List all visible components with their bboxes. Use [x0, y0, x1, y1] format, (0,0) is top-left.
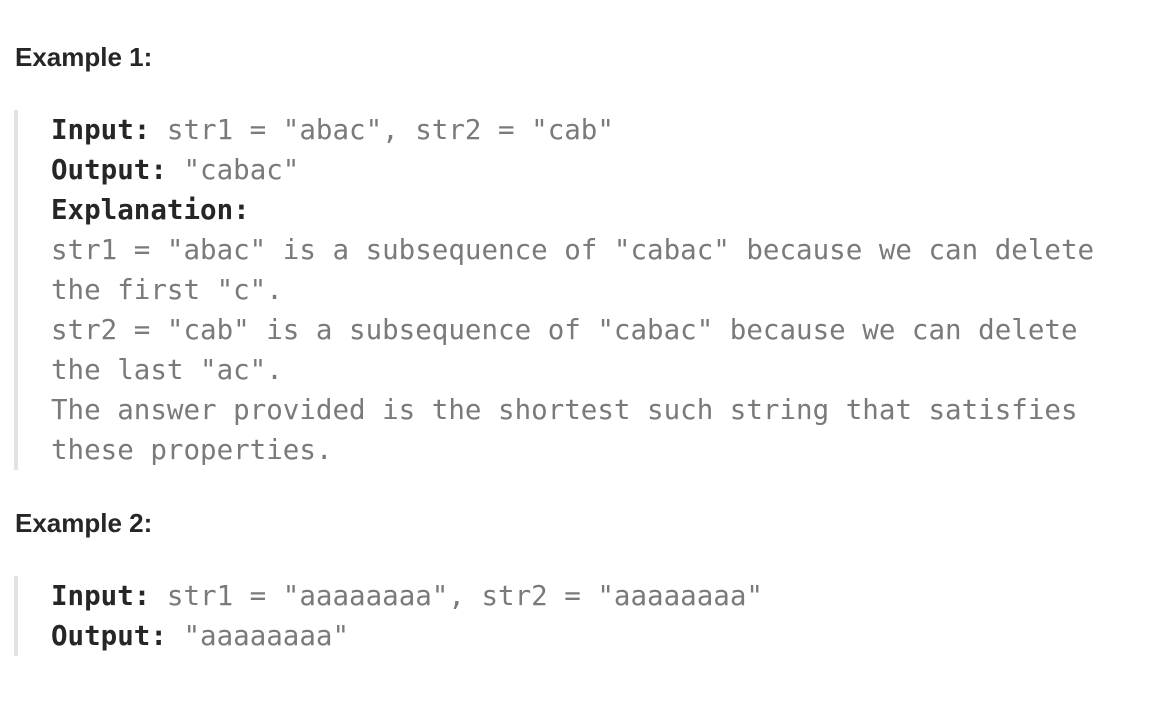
- example-2-input-line: Input: str1 = "aaaaaaaa", str2 = "aaaaaa…: [51, 576, 1114, 616]
- input-value: str1 = "aaaaaaaa", str2 = "aaaaaaaa": [150, 580, 763, 612]
- explanation-text-line: these properties.: [51, 434, 333, 466]
- example-1-input-line: Input: str1 = "abac", str2 = "cab": [51, 110, 1114, 150]
- example-1-output-line: Output: "cabac": [51, 150, 1114, 190]
- input-value: str1 = "abac", str2 = "cab": [150, 114, 614, 146]
- explanation-text-line: The answer provided is the shortest such…: [51, 394, 1078, 426]
- example-1-heading: Example 1:: [15, 42, 153, 72]
- input-label: Input:: [51, 580, 151, 612]
- output-value: "aaaaaaaa": [166, 620, 350, 652]
- explanation-text-line: the first "c".: [51, 274, 283, 306]
- explanation-text-line: str2 = "cab" is a subsequence of "cabac"…: [51, 314, 1078, 346]
- example-2-output-line: Output: "aaaaaaaa": [51, 616, 1114, 656]
- input-label: Input:: [51, 114, 151, 146]
- output-label: Output:: [51, 620, 167, 652]
- example-2-block: Input: str1 = "aaaaaaaa", str2 = "aaaaaa…: [14, 576, 1114, 656]
- example-2-heading: Example 2:: [15, 508, 153, 538]
- explanation-text-line: str1 = "abac" is a subsequence of "cabac…: [51, 234, 1095, 266]
- explanation-label: Explanation:: [51, 194, 250, 226]
- example-1-block: Input: str1 = "abac", str2 = "cab" Outpu…: [14, 110, 1114, 470]
- example-1-explanation-line: Explanation:: [51, 190, 1114, 230]
- explanation-text-line: the last "ac".: [51, 354, 283, 386]
- output-label: Output:: [51, 154, 167, 186]
- output-value: "cabac": [166, 154, 300, 186]
- problem-examples: Example 1: Input: str1 = "abac", str2 = …: [0, 0, 1168, 718]
